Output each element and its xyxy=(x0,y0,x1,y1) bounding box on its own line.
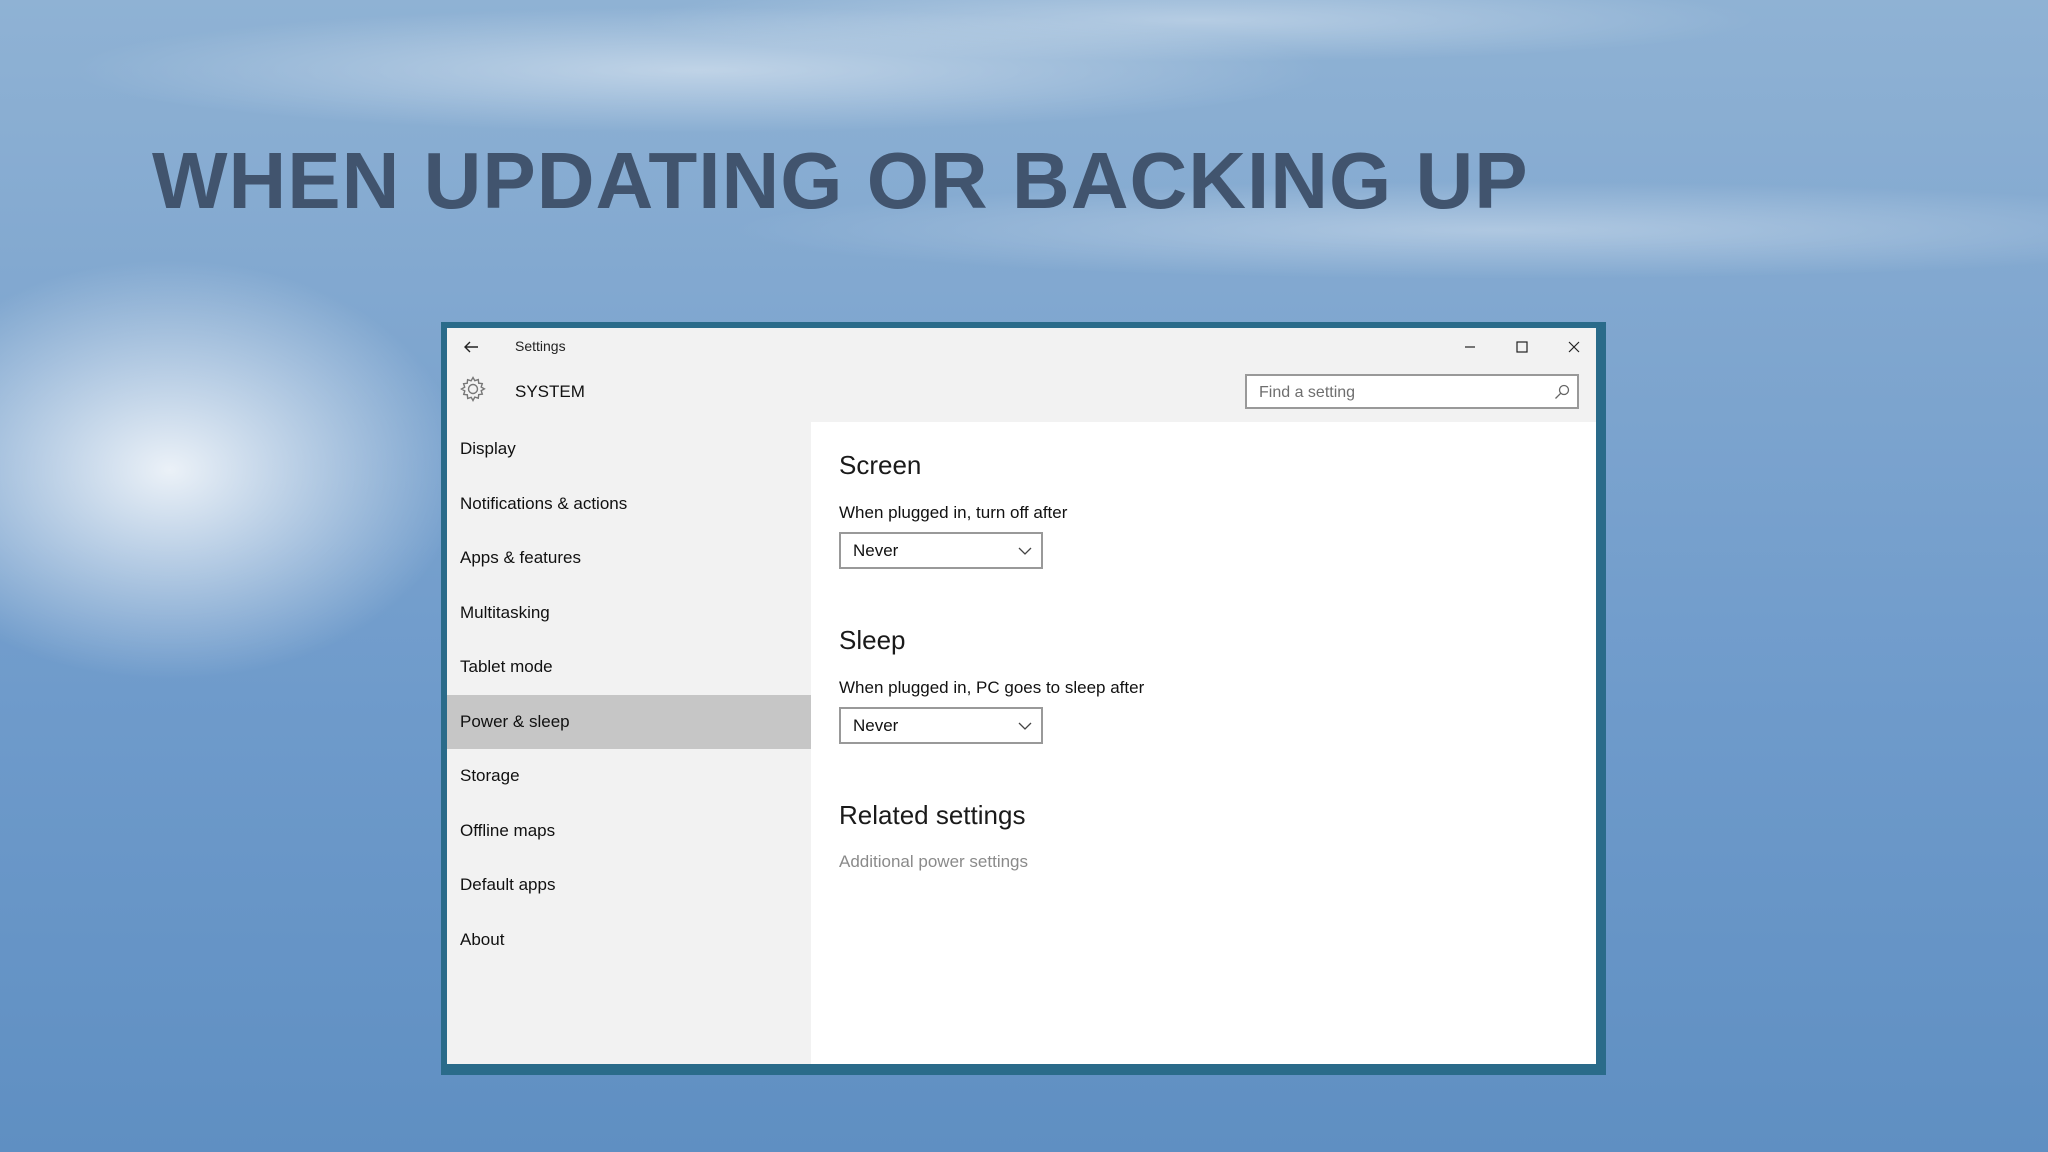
close-button[interactable] xyxy=(1551,332,1596,362)
window-title: Settings xyxy=(515,338,566,354)
sidebar-item-apps-features[interactable]: Apps & features xyxy=(447,531,811,586)
additional-power-settings-link[interactable]: Additional power settings xyxy=(839,852,1028,872)
section-title: SYSTEM xyxy=(515,382,585,401)
screen-heading: Screen xyxy=(839,450,922,480)
screen-label: When plugged in, turn off after xyxy=(839,503,1068,522)
search-icon[interactable] xyxy=(1553,383,1571,401)
sleep-heading: Sleep xyxy=(839,625,906,655)
main-content: Screen When plugged in, turn off after N… xyxy=(811,422,1596,1064)
settings-window: Settings SYSTEM D xyxy=(447,328,1596,1064)
screen-timeout-dropdown[interactable]: Never xyxy=(839,532,1043,569)
sidebar-item-default-apps[interactable]: Default apps xyxy=(447,858,811,913)
sidebar-item-multitasking[interactable]: Multitasking xyxy=(447,586,811,641)
sidebar-item-notifications[interactable]: Notifications & actions xyxy=(447,477,811,532)
maximize-button[interactable] xyxy=(1499,332,1545,362)
back-button[interactable] xyxy=(461,337,481,357)
sidebar-item-offline-maps[interactable]: Offline maps xyxy=(447,804,811,859)
close-icon xyxy=(1568,341,1580,353)
chevron-down-icon xyxy=(1018,547,1032,555)
minimize-icon xyxy=(1465,346,1475,348)
gear-icon xyxy=(460,376,486,402)
chevron-down-icon xyxy=(1018,722,1032,730)
sidebar-item-about[interactable]: About xyxy=(447,913,811,968)
sleep-timeout-dropdown[interactable]: Never xyxy=(839,707,1043,744)
sidebar-item-power-sleep[interactable]: Power & sleep xyxy=(447,694,811,749)
sidebar-item-display[interactable]: Display xyxy=(447,422,811,477)
sidebar: Display Notifications & actions Apps & f… xyxy=(447,422,811,1064)
search-box[interactable] xyxy=(1245,374,1579,409)
title-bar: Settings xyxy=(447,328,1596,366)
sidebar-item-storage[interactable]: Storage xyxy=(447,749,811,804)
sidebar-item-tablet-mode[interactable]: Tablet mode xyxy=(447,640,811,695)
related-settings-heading: Related settings xyxy=(839,800,1026,830)
search-input[interactable] xyxy=(1257,382,1541,404)
sleep-timeout-value: Never xyxy=(853,716,899,735)
sleep-label: When plugged in, PC goes to sleep after xyxy=(839,678,1145,697)
back-arrow-icon xyxy=(464,341,478,353)
screen-timeout-value: Never xyxy=(853,541,899,560)
minimize-button[interactable] xyxy=(1447,332,1493,362)
slide-title: WHEN UPDATING OR BACKING UP xyxy=(152,136,1529,225)
maximize-icon xyxy=(1516,341,1528,353)
